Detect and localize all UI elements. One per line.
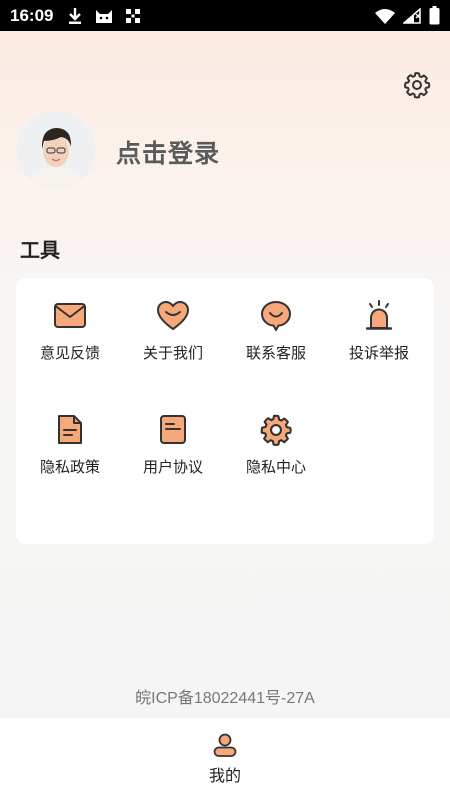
tool-label: 隐私中心 [246, 458, 307, 476]
status-time: 16:09 [10, 5, 54, 25]
login-link[interactable]: 点击登录 [116, 134, 220, 170]
tools-card: 意见反馈 关于我们 联系客服 投诉举报 隐私政策 用户协议 隐私中心 [16, 278, 434, 544]
mail-icon [52, 298, 88, 334]
tool-item-complaint[interactable]: 投诉举报 [327, 298, 431, 365]
tool-item-privacy-center[interactable]: 隐私中心 [224, 412, 328, 479]
tool-item-contact-service[interactable]: 联系客服 [224, 298, 328, 365]
battery-icon [429, 6, 440, 25]
tool-item-feedback[interactable]: 意见反馈 [18, 298, 122, 365]
download-icon [69, 7, 82, 24]
tool-label: 关于我们 [143, 344, 204, 362]
tool-label: 投诉举报 [349, 344, 410, 362]
tool-label: 联系客服 [246, 344, 307, 362]
nav-item-label: 我的 [208, 766, 241, 785]
alarm-light-icon [361, 298, 397, 334]
gear-icon [404, 72, 431, 99]
tool-label: 用户协议 [143, 458, 204, 476]
bottom-nav: 我的 [0, 718, 450, 800]
settings-button[interactable] [402, 70, 432, 100]
nav-item-mine[interactable]: 我的 [185, 732, 265, 786]
notepad-icon [155, 412, 191, 448]
wifi-icon [375, 8, 395, 24]
tool-label: 隐私政策 [40, 458, 101, 476]
user-icon [213, 733, 237, 757]
icp-record-text: 皖ICP备18022441号-27A [135, 690, 315, 707]
cat-icon [96, 9, 113, 23]
tool-item-about[interactable]: 关于我们 [121, 298, 225, 365]
tool-item-privacy-policy[interactable]: 隐私政策 [18, 412, 122, 479]
user-avatar-image [17, 111, 95, 189]
tool-item-user-agreement[interactable]: 用户协议 [121, 412, 225, 479]
signal-icon [403, 7, 421, 24]
qr-scan-icon [126, 8, 141, 23]
status-left-icons [67, 7, 141, 25]
avatar[interactable] [17, 111, 95, 189]
gear-icon [258, 412, 294, 448]
heart-icon [155, 298, 191, 334]
chat-smile-icon [258, 298, 294, 334]
status-right-icons [375, 6, 440, 25]
tools-section-title: 工具 [20, 238, 60, 262]
document-icon [52, 412, 88, 448]
status-bar: 16:09 [0, 0, 450, 31]
tool-label: 意见反馈 [40, 344, 101, 362]
